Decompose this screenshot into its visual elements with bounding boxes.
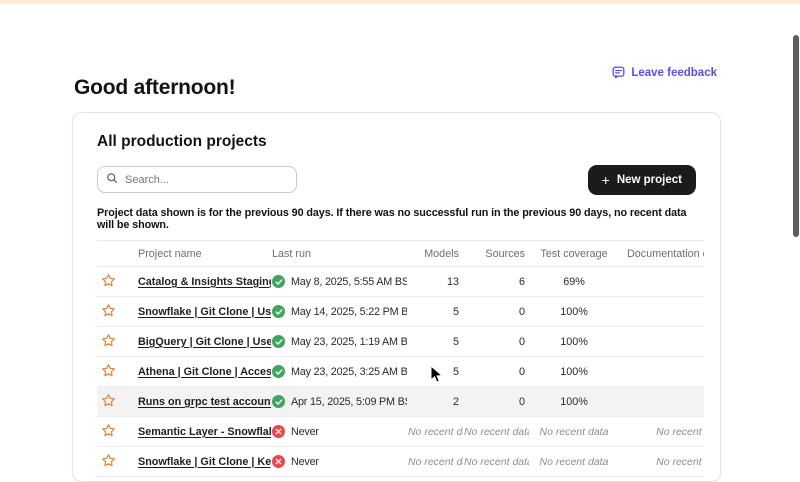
favorite-star-icon[interactable] xyxy=(101,453,116,471)
favorite-star-icon[interactable] xyxy=(101,273,116,291)
project-name-link[interactable]: Runs on grpc test account xyxy=(138,396,271,408)
cell-doc: No recent data xyxy=(619,447,704,477)
table-row[interactable]: Snowflake | Git Clone | Key... Never No … xyxy=(97,447,704,477)
search-icon xyxy=(106,171,125,189)
project-name-link[interactable]: Semantic Layer - Snowflake xyxy=(138,426,271,438)
cell-models: 13 xyxy=(407,267,463,297)
cell-sources: 0 xyxy=(463,327,529,357)
table-row[interactable]: Runs on grpc test account Apr 15, 2025, … xyxy=(97,387,704,417)
cell-models: No recent data xyxy=(407,447,463,477)
projects-table: Project name Last run Models Sources Tes… xyxy=(97,240,704,477)
last-run-text: May 14, 2025, 5:22 PM BS xyxy=(291,306,407,318)
cell-doc xyxy=(619,267,704,297)
search-box[interactable] xyxy=(97,166,297,193)
cell-sources: No recent data xyxy=(463,417,529,447)
cell-sources: No recent data xyxy=(463,447,529,477)
project-name-link[interactable]: Catalog & Insights Staging... xyxy=(138,276,271,288)
project-name-link[interactable]: Snowflake | Git Clone | Key... xyxy=(138,456,271,468)
column-header-test-coverage[interactable]: Test coverage xyxy=(529,241,619,267)
cell-models: 5 xyxy=(407,357,463,387)
favorite-star-icon[interactable] xyxy=(101,303,116,321)
cell-models: 2 xyxy=(407,387,463,417)
table-row[interactable]: BigQuery | Git Clone | User... May 23, 2… xyxy=(97,327,704,357)
data-range-notice: Project data shown is for the previous 9… xyxy=(97,207,696,231)
cell-sources: 6 xyxy=(463,267,529,297)
column-header-documentation-coverage[interactable]: Documentation coverage xyxy=(619,241,704,267)
favorite-star-icon[interactable] xyxy=(101,363,116,381)
projects-table-body: Catalog & Insights Staging... May 8, 202… xyxy=(97,267,704,477)
leave-feedback-label: Leave feedback xyxy=(631,67,717,79)
column-header-star xyxy=(97,241,137,267)
table-row[interactable]: Semantic Layer - Snowflake Never No rece… xyxy=(97,417,704,447)
cell-sources: 0 xyxy=(463,387,529,417)
project-name-link[interactable]: Athena | Git Clone | Acces... xyxy=(138,366,271,378)
cell-test: No recent data xyxy=(529,447,619,477)
top-accent-strip xyxy=(0,0,800,4)
page-title: Good afternoon! xyxy=(74,76,235,100)
cell-test: 100% xyxy=(529,297,619,327)
column-header-project-name[interactable]: Project name xyxy=(137,241,271,267)
leave-feedback-link[interactable]: Leave feedback xyxy=(612,66,717,79)
last-run-text: Apr 15, 2025, 5:09 PM BS xyxy=(291,396,407,408)
favorite-star-icon[interactable] xyxy=(101,423,116,441)
cell-doc xyxy=(619,357,704,387)
new-project-label: New project xyxy=(617,174,682,186)
cell-doc xyxy=(619,297,704,327)
cell-test: 69% xyxy=(529,267,619,297)
run-status-icon xyxy=(272,425,285,438)
projects-table-container: Project name Last run Models Sources Tes… xyxy=(97,240,704,477)
plus-icon: + xyxy=(602,173,610,187)
table-header-row: Project name Last run Models Sources Tes… xyxy=(97,241,704,267)
last-run-text: May 23, 2025, 1:19 AM BS xyxy=(291,336,407,348)
cell-doc xyxy=(619,387,704,417)
favorite-star-icon[interactable] xyxy=(101,333,116,351)
table-row[interactable]: Snowflake | Git Clone | Use... May 14, 2… xyxy=(97,297,704,327)
run-status-icon xyxy=(272,305,285,318)
cell-test: 100% xyxy=(529,357,619,387)
last-run-text: May 23, 2025, 3:25 AM B xyxy=(291,366,407,378)
cell-models: 5 xyxy=(407,327,463,357)
cell-test: 100% xyxy=(529,387,619,417)
last-run-text: Never xyxy=(291,456,319,468)
card-title: All production projects xyxy=(97,133,696,151)
column-header-sources[interactable]: Sources xyxy=(463,241,529,267)
projects-card: All production projects + New project Pr… xyxy=(72,112,721,482)
column-header-last-run[interactable]: Last run xyxy=(271,241,407,267)
feedback-icon xyxy=(612,66,625,79)
vertical-scrollbar[interactable] xyxy=(793,35,799,237)
cell-models: 5 xyxy=(407,297,463,327)
cell-test: 100% xyxy=(529,327,619,357)
search-input[interactable] xyxy=(125,174,288,186)
last-run-text: Never xyxy=(291,426,319,438)
new-project-button[interactable]: + New project xyxy=(588,165,696,195)
cell-sources: 0 xyxy=(463,297,529,327)
run-status-icon xyxy=(272,395,285,408)
run-status-icon xyxy=(272,455,285,468)
cell-doc xyxy=(619,327,704,357)
table-row[interactable]: Athena | Git Clone | Acces... May 23, 20… xyxy=(97,357,704,387)
last-run-text: May 8, 2025, 5:55 AM BS xyxy=(291,276,407,288)
run-status-icon xyxy=(272,335,285,348)
run-status-icon xyxy=(272,275,285,288)
project-name-link[interactable]: BigQuery | Git Clone | User... xyxy=(138,336,271,348)
project-name-link[interactable]: Snowflake | Git Clone | Use... xyxy=(138,306,271,318)
cell-test: No recent data xyxy=(529,417,619,447)
column-header-models[interactable]: Models xyxy=(407,241,463,267)
cell-doc: No recent data xyxy=(619,417,704,447)
favorite-star-icon[interactable] xyxy=(101,393,116,411)
cell-models: No recent data xyxy=(407,417,463,447)
cell-sources: 0 xyxy=(463,357,529,387)
table-row[interactable]: Catalog & Insights Staging... May 8, 202… xyxy=(97,267,704,297)
run-status-icon xyxy=(272,365,285,378)
